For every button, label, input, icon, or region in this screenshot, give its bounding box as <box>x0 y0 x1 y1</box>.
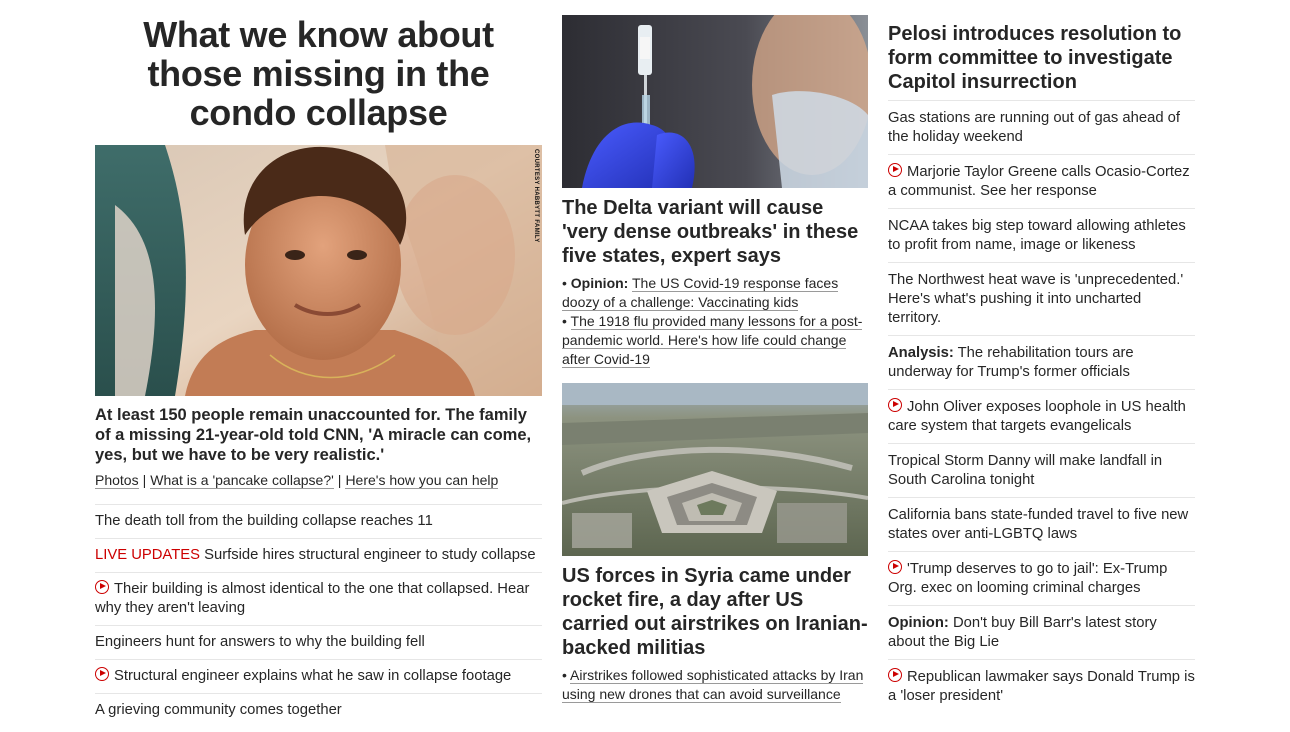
bullet-link[interactable]: Airstrikes followed sophisticated attack… <box>562 667 864 703</box>
list-item-text: Surfside hires structural engineer to st… <box>199 547 536 563</box>
list-item-text: Gas stations are running out of gas ahea… <box>888 110 1181 145</box>
bullet-item[interactable]: • The 1918 flu provided many lessons for… <box>562 312 868 369</box>
bullet-link[interactable]: The 1918 flu provided many lessons for a… <box>562 313 863 368</box>
image-credit: COURTESY HABBYTT FAMILY <box>533 149 539 243</box>
list-item[interactable]: John Oliver exposes loophole in US healt… <box>888 390 1195 444</box>
list-item-text: Marjorie Taylor Greene calls Ocasio-Cort… <box>888 164 1190 199</box>
opinion-label: Opinion: <box>888 615 949 631</box>
lead-caption[interactable]: At least 150 people remain unaccounted f… <box>95 405 542 465</box>
list-item-text: Tropical Storm Danny will make landfall … <box>888 453 1163 488</box>
list-item[interactable]: Tropical Storm Danny will make landfall … <box>888 444 1195 498</box>
syria-rocket-headline[interactable]: US forces in Syria came under rocket fir… <box>562 564 868 660</box>
list-item[interactable]: The Northwest heat wave is 'unprecedente… <box>888 263 1195 336</box>
list-item-text: NCAA takes big step toward allowing athl… <box>888 218 1186 253</box>
list-item[interactable]: 'Trump deserves to go to jail': Ex-Trump… <box>888 552 1195 606</box>
list-item-text: Republican lawmaker says Donald Trump is… <box>888 669 1195 704</box>
separator: | <box>337 472 342 488</box>
how-to-help-link[interactable]: Here's how you can help <box>345 472 499 489</box>
list-item[interactable]: Republican lawmaker says Donald Trump is… <box>888 660 1195 713</box>
play-circle-icon <box>888 398 902 412</box>
syria-related-bullets: • Airstrikes followed sophisticated atta… <box>562 666 868 704</box>
bullet-item[interactable]: • Airstrikes followed sophisticated atta… <box>562 666 868 704</box>
list-item-text: 'Trump deserves to go to jail': Ex-Trump… <box>888 561 1168 596</box>
pentagon-image[interactable] <box>562 383 868 556</box>
list-item-text: Engineers hunt for answers to why the bu… <box>95 634 425 650</box>
list-item-text: Structural engineer explains what he saw… <box>114 668 512 684</box>
bullet-item[interactable]: • Opinion: The US Covid-19 response face… <box>562 274 868 312</box>
list-item-text: Their building is almost identical to th… <box>95 581 530 616</box>
separator: | <box>142 472 147 488</box>
list-item-text: California bans state-funded travel to f… <box>888 507 1189 542</box>
list-item[interactable]: Their building is almost identical to th… <box>95 573 542 626</box>
play-circle-icon <box>95 667 109 681</box>
list-item[interactable]: Structural engineer explains what he saw… <box>95 660 542 694</box>
lead-headline[interactable]: What we know about those missing in the … <box>95 15 542 132</box>
list-item-text: A grieving community comes together <box>95 702 342 718</box>
opinion-label: Opinion: <box>570 275 629 291</box>
delta-variant-headline[interactable]: The Delta variant will cause 'very dense… <box>562 196 868 268</box>
lead-image[interactable]: COURTESY HABBYTT FAMILY <box>95 145 542 396</box>
bullet-mark: • <box>562 275 567 291</box>
play-circle-icon <box>95 580 109 594</box>
headline-list: Gas stations are running out of gas ahea… <box>888 101 1195 713</box>
secondary-stories-column: The Delta variant will cause 'very dense… <box>562 0 868 704</box>
related-links: Photos | What is a 'pancake collapse?' | Her… <box>95 471 542 505</box>
list-item[interactable]: Engineers hunt for answers to why the bu… <box>95 626 542 660</box>
play-circle-icon <box>888 668 902 682</box>
list-item-text: The death toll from the building collaps… <box>95 513 433 529</box>
headlines-column: Pelosi introduces resolution to form com… <box>888 0 1195 713</box>
analysis-label: Analysis: <box>888 345 954 361</box>
list-item-text: John Oliver exposes loophole in US healt… <box>888 399 1186 434</box>
bullet-mark: • <box>562 313 567 329</box>
portrait-photo <box>95 145 542 396</box>
pancake-collapse-link[interactable]: What is a 'pancake collapse?' <box>150 472 334 489</box>
lead-story-list: The death toll from the building collaps… <box>95 505 542 727</box>
delta-related-bullets: • Opinion: The US Covid-19 response face… <box>562 274 868 369</box>
photos-link[interactable]: Photos <box>95 472 139 489</box>
list-item[interactable]: The death toll from the building collaps… <box>95 505 542 539</box>
list-item[interactable]: LIVE UPDATES Surfside hires structural e… <box>95 539 542 573</box>
vaccine-image[interactable] <box>562 15 868 188</box>
list-item[interactable]: Analysis: The rehabilitation tours are u… <box>888 336 1195 390</box>
list-item-text: The Northwest heat wave is 'unprecedente… <box>888 272 1184 326</box>
play-circle-icon <box>888 163 902 177</box>
vaccine-photo <box>562 15 868 188</box>
list-item[interactable]: NCAA takes big step toward allowing athl… <box>888 209 1195 263</box>
list-item[interactable]: A grieving community comes together <box>95 694 542 727</box>
play-circle-icon <box>888 560 902 574</box>
pelosi-headline[interactable]: Pelosi introduces resolution to form com… <box>888 22 1195 101</box>
pentagon-aerial-photo <box>562 383 868 556</box>
list-item[interactable]: Gas stations are running out of gas ahea… <box>888 101 1195 155</box>
live-updates-label: LIVE UPDATES <box>95 547 200 563</box>
list-item[interactable]: California bans state-funded travel to f… <box>888 498 1195 552</box>
bullet-mark: • <box>562 667 567 683</box>
list-item[interactable]: Marjorie Taylor Greene calls Ocasio-Cort… <box>888 155 1195 209</box>
list-item[interactable]: Opinion: Don't buy Bill Barr's latest st… <box>888 606 1195 660</box>
lead-story-column: What we know about those missing in the … <box>95 0 542 727</box>
